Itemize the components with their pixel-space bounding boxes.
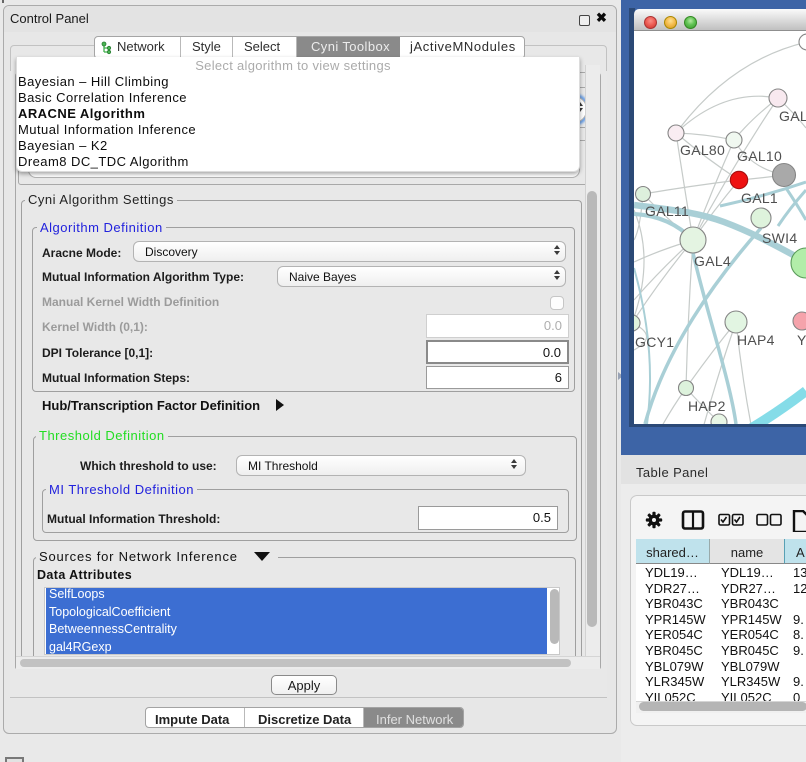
svg-text:SWI4: SWI4 — [762, 230, 797, 246]
svg-text:GAL: GAL — [779, 108, 806, 124]
svg-text:GCY1: GCY1 — [635, 334, 674, 350]
svg-text:HAP4: HAP4 — [737, 332, 775, 348]
svg-text:HAP2: HAP2 — [688, 398, 726, 414]
svg-text:GAL4: GAL4 — [694, 253, 731, 269]
svg-text:GAL10: GAL10 — [737, 148, 782, 164]
svg-text:GAL11: GAL11 — [645, 203, 689, 219]
svg-text:GAL1: GAL1 — [741, 190, 778, 206]
svg-text:GAL80: GAL80 — [680, 142, 725, 158]
svg-text:Y: Y — [797, 332, 806, 348]
